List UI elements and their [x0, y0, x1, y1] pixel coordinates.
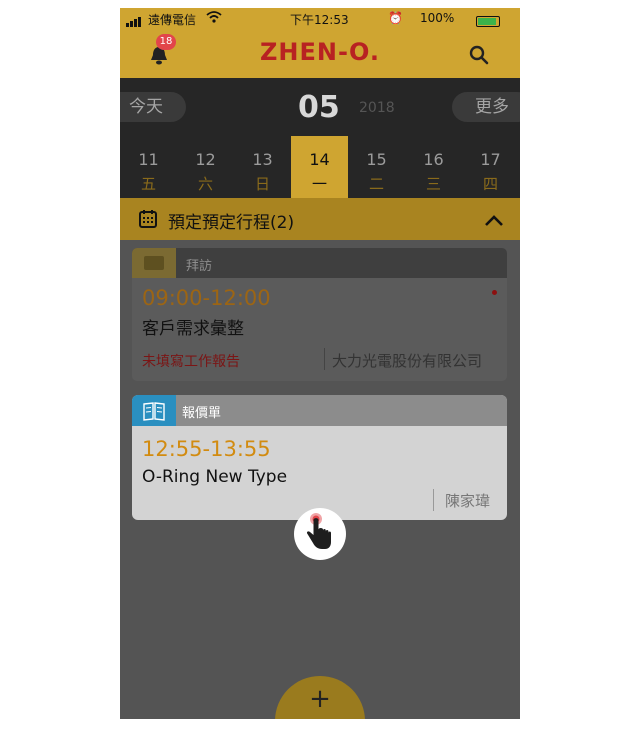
add-button[interactable]: + [275, 676, 365, 719]
day-cell[interactable]: 17 四 [462, 136, 519, 198]
day-cell-selected[interactable]: 14 一 [291, 136, 348, 198]
wifi-icon [206, 11, 222, 26]
day-weekday: 四 [482, 175, 498, 193]
book-icon [132, 395, 176, 426]
card-header: 拜訪 [132, 248, 507, 278]
day-cell[interactable]: 15 二 [348, 136, 405, 198]
add-label: + [309, 684, 331, 714]
section-title: 預定預定行程(2) [168, 213, 295, 233]
day-cell[interactable]: 13 日 [234, 136, 291, 198]
chevron-up-icon[interactable] [484, 212, 504, 226]
day-weekday: 五 [140, 175, 156, 193]
schedule-card-visit[interactable]: 拜訪 09:00-12:00 客戶需求彙整 未填寫工作報告 大力光電股份有限公司 [132, 248, 507, 381]
month-label: 05 [298, 90, 340, 125]
more-button[interactable]: 更多 [452, 92, 520, 122]
month-bar: 今天 05 2018 更多 [120, 78, 520, 136]
briefcase-icon [132, 248, 176, 278]
status-bar: 遠傳電信 下午12:53 ⏰ 100% [120, 8, 520, 30]
year-label: 2018 [359, 100, 395, 116]
day-weekday: 六 [197, 175, 213, 193]
day-weekday: 日 [254, 175, 270, 193]
scheduled-section-header[interactable]: 預定預定行程(2) [120, 198, 520, 240]
day-number: 15 [366, 150, 387, 169]
day-weekday: 一 [311, 175, 327, 193]
unread-dot [492, 290, 497, 295]
week-strip: 11 五 12 六 13 日 14 一 15 二 16 三 17 四 [120, 136, 520, 198]
today-button[interactable]: 今天 [120, 92, 186, 122]
report-status: 未填寫工作報告 [142, 354, 240, 370]
card-title: 客戶需求彙整 [142, 319, 244, 339]
card-type: 報價單 [182, 406, 222, 421]
day-cell[interactable]: 11 五 [120, 136, 177, 198]
day-cell[interactable]: 12 六 [177, 136, 234, 198]
day-number: 11 [138, 150, 159, 169]
card-header: 報價單 [132, 395, 507, 426]
card-time: 12:55-13:55 [142, 437, 271, 461]
day-number: 16 [423, 150, 444, 169]
day-number: 13 [252, 150, 273, 169]
day-number: 12 [195, 150, 216, 169]
divider [433, 489, 434, 511]
day-weekday: 二 [368, 175, 384, 193]
divider [324, 348, 325, 370]
card-type: 拜訪 [186, 259, 213, 274]
card-title: O-Ring New Type [142, 467, 288, 487]
owner-name: 陳家瑋 [445, 492, 491, 510]
app-header: 18 ZHEN-O. [120, 30, 520, 78]
search-icon[interactable] [468, 44, 490, 66]
schedule-card-quote[interactable]: 報價單 12:55-13:55 O-Ring New Type 陳家瑋 [132, 395, 507, 520]
signal-icon [126, 13, 142, 27]
phone-screen: 遠傳電信 下午12:53 ⏰ 100% 18 ZHEN-O. 今天 05 201… [120, 8, 520, 719]
day-weekday: 三 [425, 175, 441, 193]
day-number: 17 [480, 150, 501, 169]
carrier-label: 遠傳電信 [148, 13, 197, 27]
card-time: 09:00-12:00 [142, 286, 271, 310]
clock-label: 下午12:53 [290, 13, 349, 27]
day-number: 14 [309, 150, 330, 169]
day-cell[interactable]: 16 三 [405, 136, 462, 198]
battery-percent: 100% [420, 11, 455, 25]
app-logo: ZHEN-O. [260, 38, 380, 66]
tap-hand-icon [294, 508, 346, 560]
company-name: 大力光電股份有限公司 [332, 352, 483, 370]
alarm-icon: ⏰ [388, 11, 403, 25]
calendar-icon [138, 209, 158, 229]
